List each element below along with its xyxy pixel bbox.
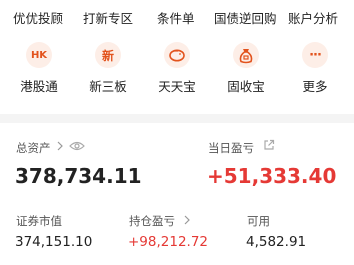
menu-account-analysis[interactable]: 账户分析 bbox=[288, 8, 338, 27]
share-icon[interactable] bbox=[263, 139, 275, 151]
available-label: 可用 bbox=[247, 214, 270, 228]
service-more[interactable]: ··· 更多 bbox=[285, 42, 345, 95]
service-label: 更多 bbox=[302, 79, 328, 94]
position-pl-label: 持仓盈亏 bbox=[129, 214, 175, 228]
daily-pl-label: 当日盈亏 bbox=[208, 141, 254, 155]
total-assets-value: 378,734.11 bbox=[15, 164, 142, 188]
top-menu: 优优投顾 打新专区 条件单 国债逆回购 账户分析 bbox=[0, 0, 354, 32]
service-neeq[interactable]: 新 新三板 bbox=[78, 42, 138, 95]
position-pl-value: +98,212.72 bbox=[128, 234, 209, 250]
available-value: 4,582.91 bbox=[246, 234, 307, 250]
service-label: 固收宝 bbox=[227, 79, 265, 94]
eye-icon[interactable] bbox=[69, 140, 85, 152]
chevron-right-icon[interactable] bbox=[57, 141, 63, 151]
money-bag-icon bbox=[233, 42, 259, 68]
service-gushoubao[interactable]: 固收宝 bbox=[216, 42, 276, 95]
service-grid: HK 港股通 新 新三板 天天宝 固收宝 ··· 更多 bbox=[0, 42, 354, 100]
daily-pl-value: +51,333.40 bbox=[207, 164, 337, 188]
service-hk-connect[interactable]: HK 港股通 bbox=[9, 42, 69, 95]
menu-reverse-repo[interactable]: 国债逆回购 bbox=[214, 8, 277, 27]
service-label: 新三板 bbox=[89, 79, 127, 94]
hk-icon: HK bbox=[26, 42, 52, 68]
market-value: 374,151.10 bbox=[15, 234, 93, 250]
total-assets-label: 总资产 bbox=[16, 141, 51, 155]
chevron-right-icon[interactable] bbox=[184, 215, 190, 225]
menu-ipo[interactable]: 打新专区 bbox=[83, 8, 133, 27]
menu-advisor[interactable]: 优优投顾 bbox=[13, 8, 63, 27]
service-label: 港股通 bbox=[20, 79, 58, 94]
market-value-label: 证券市值 bbox=[16, 214, 62, 228]
service-label: 天天宝 bbox=[158, 79, 196, 94]
service-tiantianbao[interactable]: 天天宝 bbox=[147, 42, 207, 95]
more-icon: ··· bbox=[302, 42, 328, 68]
section-divider bbox=[0, 114, 354, 123]
menu-conditional-order[interactable]: 条件单 bbox=[157, 8, 195, 27]
piggy-bank-icon bbox=[164, 42, 190, 68]
xin-icon: 新 bbox=[95, 42, 121, 68]
